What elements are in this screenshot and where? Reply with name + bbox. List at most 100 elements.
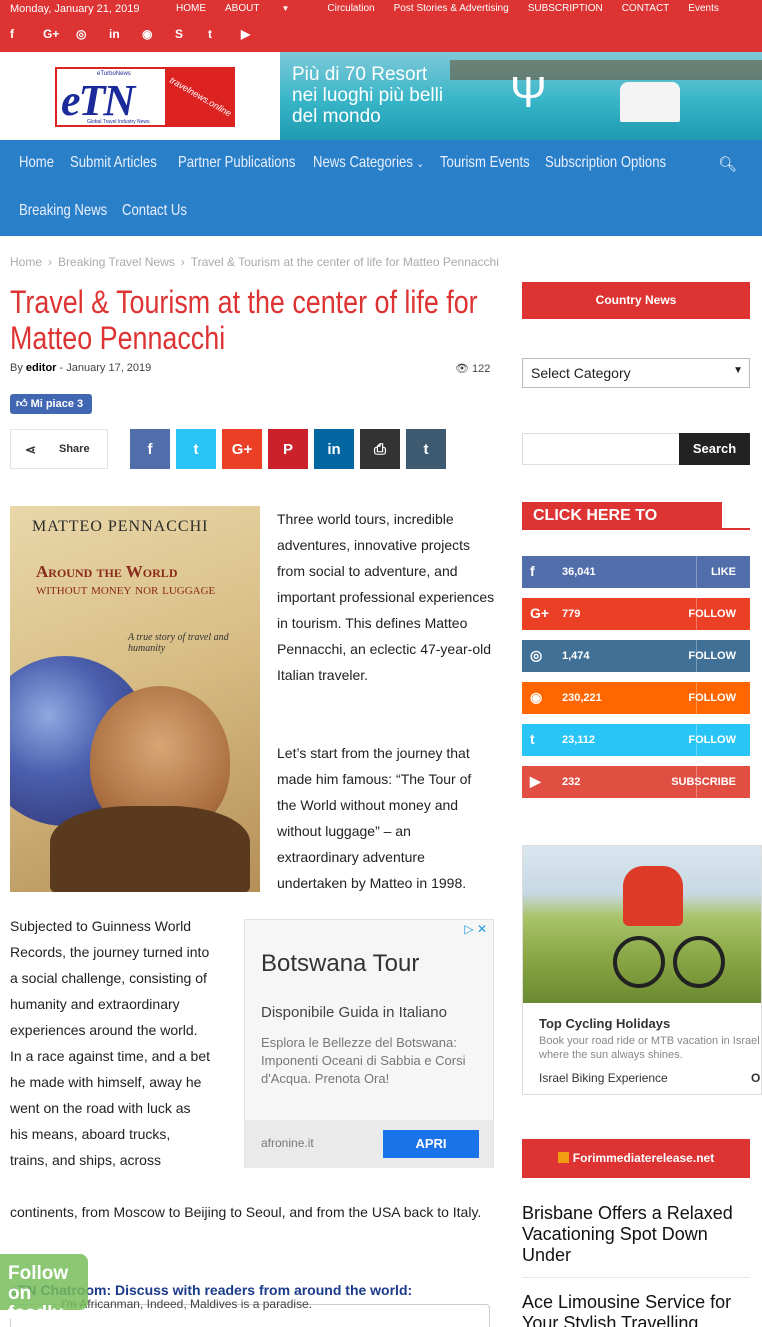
twitter-count: 23,112	[562, 734, 596, 746]
nav-news-categories-label: News Categories	[313, 154, 413, 171]
social-counter-google-plus[interactable]: G+ 779 FOLLOW	[522, 598, 750, 630]
nav-news-categories[interactable]: News Categories ⌄	[313, 154, 424, 172]
facebook-like-button[interactable]: 👍︎ Mi piace 3	[10, 394, 92, 414]
by-label: By	[10, 362, 23, 374]
share-pinterest-button[interactable]: P	[268, 429, 308, 469]
social-counter-rss[interactable]: ◉ 230,221 FOLLOW	[522, 682, 750, 714]
subscribe-banner[interactable]: CLICK HERE TO SUBSCRIBE	[522, 502, 750, 552]
sidebar-search-button[interactable]: Search	[679, 433, 750, 465]
instagram-icon[interactable]: ◎	[76, 27, 109, 41]
social-counter-twitter[interactable]: t 23,112 FOLLOW	[522, 724, 750, 756]
share-twitter-button[interactable]: t	[176, 429, 216, 469]
cyclist-image	[623, 866, 683, 926]
instagram-count: 1,474	[562, 650, 590, 662]
sidebar-search-input[interactable]	[522, 433, 680, 465]
share-linkedin-button[interactable]: in	[314, 429, 354, 469]
view-count: 👁︎ 122	[455, 362, 490, 375]
bike-wheel	[673, 936, 725, 988]
site-logo[interactable]: eTurboNews eTN Global Travel Industry Ne…	[55, 67, 235, 127]
header-banner-ad[interactable]: Più di 70 Resort nei luoghi più belli de…	[280, 52, 762, 140]
cycling-ad-image	[523, 846, 761, 1003]
google-plus-icon: G+	[530, 605, 550, 621]
nav-subscription-options[interactable]: Subscription Options	[545, 154, 666, 172]
top-nav-home[interactable]: HOME	[176, 3, 206, 14]
rss-icon[interactable]: ◉	[142, 27, 175, 41]
nav-submit-articles[interactable]: Submit Articles	[70, 154, 157, 172]
breadcrumb-current: Travel & Tourism at the center of life f…	[190, 255, 499, 269]
cycling-ad-title: Top Cycling Holidays	[539, 1016, 671, 1031]
social-counter-youtube[interactable]: ▶ 232 SUBSCRIBE	[522, 766, 750, 798]
main-nav: Home Submit Articles Partner Publication…	[0, 140, 762, 236]
linkedin-icon: in	[327, 440, 341, 458]
chevron-down-icon: ▼	[281, 4, 290, 13]
rss-feed-button[interactable]: Forimmediaterelease.net	[522, 1139, 750, 1178]
facebook-action: LIKE	[710, 566, 736, 578]
cycling-ad-open-button[interactable]: Ol	[751, 1071, 761, 1085]
rss-feed-label: Forimmediaterelease.net	[572, 1151, 715, 1165]
google-plus-icon[interactable]: G+	[43, 27, 76, 41]
pinterest-icon: P	[282, 440, 293, 458]
follow-feedly-button[interactable]: Follow on feedly	[0, 1254, 88, 1324]
logo-bottom-text: Global Travel Industry News	[87, 119, 150, 125]
search-icon[interactable]: 🔍︎	[718, 155, 737, 173]
youtube-icon[interactable]: ▶	[241, 27, 274, 41]
social-counter-facebook[interactable]: f 36,041 LIKE	[522, 556, 750, 588]
google-plus-count: 779	[562, 608, 581, 620]
sidebar-news-item[interactable]: Ace Limousine Service for Your Stylish T…	[522, 1292, 750, 1327]
banner-line-1: Più di 70 Resort	[292, 64, 428, 85]
top-nav-about[interactable]: ABOUT ▼	[225, 3, 308, 14]
top-nav-subscription[interactable]: SUBSCRIPTION	[528, 3, 603, 14]
banner-line-3: del mondo	[292, 106, 381, 127]
twitter-icon[interactable]: t	[208, 27, 241, 41]
google-plus-action: FOLLOW	[688, 608, 736, 620]
social-counter-instagram[interactable]: ◎ 1,474 FOLLOW	[522, 640, 750, 672]
rss-count: 230,221	[562, 692, 602, 704]
category-select[interactable]: Select Category ▼	[522, 358, 750, 388]
breadcrumb-home[interactable]: Home	[10, 255, 42, 269]
top-nav-post-stories[interactable]: Post Stories & Advertising	[394, 3, 509, 14]
nav-home[interactable]: Home	[19, 154, 54, 172]
google-plus-icon: G+	[231, 440, 253, 458]
article-paragraph-1: Three world tours, incredible adventures…	[277, 511, 495, 683]
breadcrumb: Home › Breaking Travel News › Travel & Touri…	[10, 255, 499, 269]
facebook-icon[interactable]: f	[10, 27, 43, 41]
top-nav-contact[interactable]: CONTACT	[622, 3, 670, 14]
share-google-plus-button[interactable]: G+	[222, 429, 262, 469]
share-facebook-button[interactable]: f	[130, 429, 170, 469]
country-news-button[interactable]: Country News	[522, 282, 750, 319]
article-meta: By editor - January 17, 2019	[10, 362, 151, 374]
breadcrumb-breaking-news[interactable]: Breaking Travel News	[58, 255, 175, 269]
inline-ad[interactable]: ▷ ✕ Botswana Tour Disponibile Guida in I…	[244, 919, 494, 1168]
view-count-value: 122	[472, 363, 491, 375]
author-link[interactable]: editor	[26, 362, 57, 374]
ad-open-button[interactable]: APRI	[383, 1130, 479, 1158]
banner-person	[620, 82, 680, 122]
book-tagline: A true story of travel and humanity	[128, 632, 229, 654]
like-label: Mi piace 3	[30, 398, 84, 410]
banner-line-2: nei luoghi più belli	[292, 85, 444, 106]
breadcrumb-separator-icon: ›	[180, 255, 185, 269]
youtube-action: SUBSCRIBE	[671, 776, 736, 788]
share-button[interactable]: ⋖ Share	[10, 429, 108, 469]
article-paragraph-3-continued: continents, from Moscow to Beijing to Se…	[10, 1204, 482, 1220]
top-nav-circulation[interactable]: Circulation	[327, 3, 374, 14]
cycling-ad[interactable]: Top Cycling Holidays Book your road ride…	[522, 845, 762, 1095]
ad-domain: afronine.it	[261, 1136, 314, 1150]
article-paragraph-2: Let’s start from the journey that made h…	[277, 745, 472, 891]
article-title: Travel & Tourism at the center of life f…	[10, 284, 478, 356]
sidebar-news-item[interactable]: Brisbane Offers a Relaxed Vacationing Sp…	[522, 1203, 750, 1266]
nav-breaking-news[interactable]: Breaking News	[19, 202, 107, 220]
top-nav-events[interactable]: Events	[688, 3, 719, 14]
ad-choices-close-icon[interactable]: ▷ ✕	[464, 922, 487, 936]
cycling-ad-source: Israel Biking Experience	[539, 1071, 668, 1085]
nav-partner-publications[interactable]: Partner Publications	[178, 154, 295, 172]
share-print-button[interactable]: ⎙	[360, 429, 400, 469]
bike-wheel	[613, 936, 665, 988]
skype-icon[interactable]: S	[175, 27, 208, 41]
linkedin-icon[interactable]: in	[109, 27, 142, 41]
nav-tourism-events[interactable]: Tourism Events	[440, 154, 530, 172]
share-icon: ⋖	[25, 442, 36, 457]
cycling-ad-description: Book your road ride or MTB vacation in I…	[539, 1035, 760, 1061]
nav-contact-us[interactable]: Contact Us	[122, 202, 187, 220]
share-tumblr-button[interactable]: t	[406, 429, 446, 469]
